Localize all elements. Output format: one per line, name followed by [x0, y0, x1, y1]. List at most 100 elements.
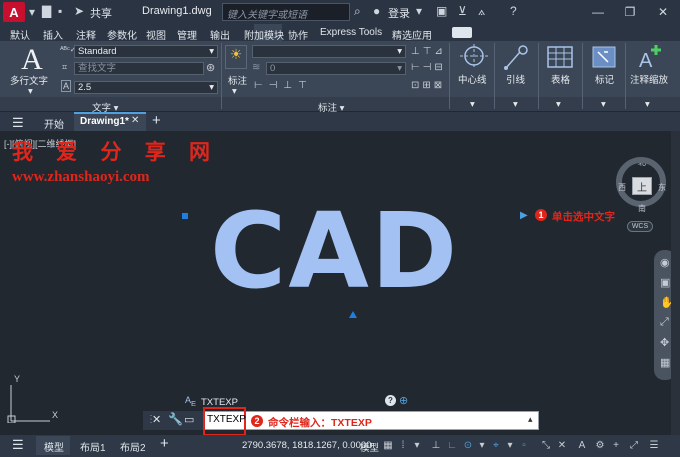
close-tab-icon[interactable]: ✕ — [131, 115, 139, 126]
customize-wrench-icon[interactable]: 🔧 — [168, 412, 183, 426]
find-search-icon[interactable]: ⊛ — [206, 61, 215, 74]
wcs-menu[interactable]: WCS — [627, 221, 653, 232]
connect-icon[interactable]: ⟑ — [478, 4, 485, 19]
search-icon[interactable]: ⌕ — [354, 4, 361, 19]
multiline-text-dropdown-icon[interactable]: ▾ — [28, 86, 33, 97]
layout2-tab[interactable]: 布局2 — [120, 439, 146, 454]
maximize-icon[interactable]: ❐ — [620, 2, 640, 22]
markup-button[interactable] — [590, 44, 618, 70]
leader-button[interactable] — [502, 44, 532, 72]
annotation-scale-status-icon[interactable]: ✕ — [556, 438, 568, 452]
start-tab[interactable]: 开始 — [44, 116, 64, 131]
viewcube-south[interactable]: 南 — [638, 203, 646, 214]
hamburger-menu-icon[interactable]: ☰ — [12, 115, 24, 131]
dimension-button[interactable]: ☀ — [225, 45, 247, 69]
tab-default[interactable]: 默认 — [10, 27, 30, 42]
share-icon[interactable]: ➤ — [74, 4, 84, 18]
dim-tools-icons[interactable]: ⊢⊣⊥⊤ — [254, 80, 313, 91]
autodesk-online-icon[interactable]: ⊕ — [399, 394, 408, 407]
grid-icon[interactable]: ▦ — [382, 438, 394, 452]
isodraft-icon[interactable]: ⌖ — [490, 438, 502, 452]
tab-annotate[interactable]: 注释 — [76, 27, 96, 42]
annotation-icon[interactable]: A — [576, 438, 588, 452]
dim-layer-select[interactable]: 0 ▾ — [266, 62, 406, 75]
command-scroll-icon[interactable]: ▴ — [528, 414, 533, 425]
ortho-icon[interactable]: ∟ — [446, 438, 458, 452]
polar-dropdown-icon[interactable]: ▾ — [476, 438, 488, 452]
steering-wheel-icon[interactable]: ◉ — [660, 256, 670, 269]
dim-edit-icons-row3[interactable]: ⊡⊞⊠ — [411, 80, 445, 91]
close-icon[interactable]: ✕ — [653, 2, 673, 22]
table-button[interactable] — [546, 45, 574, 69]
command-input[interactable]: TXTEXP — [207, 414, 246, 425]
viewcube-west[interactable]: 西 — [618, 182, 626, 193]
tab-insert[interactable]: 插入 — [43, 27, 63, 42]
help-icon[interactable]: ? — [385, 395, 396, 406]
tab-overflow-icon[interactable] — [452, 27, 472, 38]
polar-icon[interactable]: ⊙ — [462, 438, 474, 452]
find-text-input[interactable]: 查找文字 — [74, 62, 204, 75]
new-tab-icon[interactable]: + — [152, 112, 161, 129]
layout1-tab[interactable]: 布局1 — [80, 439, 106, 454]
settings-icon[interactable]: ⚙ — [594, 438, 606, 452]
tab-output[interactable]: 输出 — [210, 27, 230, 42]
annotation-scale-button[interactable]: A — [636, 43, 664, 72]
recent-commands-icon[interactable]: ▭ — [184, 413, 194, 426]
text-height-select[interactable]: 2.5 ▾ — [74, 81, 218, 94]
add-layout-icon[interactable]: + — [160, 435, 169, 452]
open-file-icon[interactable]: ▇ — [42, 4, 51, 18]
minimize-icon[interactable]: — — [588, 2, 608, 22]
dimension-dropdown-icon[interactable]: ▾ — [232, 86, 237, 97]
signin-button[interactable]: 登录 — [388, 5, 410, 21]
cart-icon[interactable]: ▣ — [436, 4, 447, 18]
table-dropdown-icon[interactable]: ▾ — [556, 99, 561, 110]
full-nav-wheel-icon[interactable]: ▣ — [660, 276, 670, 289]
plus-icon[interactable]: + — [610, 438, 622, 452]
orbit-icon[interactable]: ✥ — [660, 336, 669, 349]
save-icon[interactable]: ▪ — [58, 4, 62, 18]
customize-status-icon[interactable]: ☰ — [648, 438, 660, 452]
text-grip-center[interactable] — [349, 311, 357, 318]
tab-addins[interactable]: 附加模块 — [244, 27, 284, 42]
snap-dropdown-icon[interactable]: ▾ — [411, 438, 423, 452]
annotation-visibility-icon[interactable]: ⤡ — [540, 438, 552, 452]
text-style-select[interactable]: Standard ▾ — [74, 45, 218, 58]
annotation-scale-dropdown-icon[interactable]: ▾ — [645, 99, 650, 110]
cad-text-object[interactable]: CAD — [210, 199, 459, 303]
tab-manage[interactable]: 管理 — [177, 27, 197, 42]
dim-edit-icons-row1[interactable]: ⊥⊤⊿ — [411, 46, 446, 57]
snap-icon[interactable]: ⁞ — [397, 438, 409, 452]
tab-collaborate[interactable]: 协作 — [288, 27, 308, 42]
dim-edit-icons-row2[interactable]: ⊢⊣⊟ — [411, 62, 446, 73]
dim-style-select[interactable]: ▾ — [252, 45, 406, 58]
zoom-extents-icon[interactable]: ⤢ — [660, 316, 669, 329]
search-input[interactable]: 键入关键字或短语 — [222, 3, 350, 21]
vertical-scrollbar[interactable] — [671, 131, 680, 435]
isodraft-dropdown-icon[interactable]: ▾ — [504, 438, 516, 452]
infer-constraints-icon[interactable]: ⊥ — [430, 438, 442, 452]
app-logo[interactable]: A — [3, 2, 25, 22]
layout-menu-icon[interactable]: ☰ — [12, 437, 24, 453]
showmotion-icon[interactable]: ▦ — [660, 356, 670, 369]
help-icon[interactable]: ? — [510, 4, 517, 18]
centerline-dropdown-icon[interactable]: ▾ — [470, 99, 475, 110]
dropdown-icon[interactable]: ▾ — [416, 4, 422, 18]
markup-dropdown-icon[interactable]: ▾ — [601, 99, 606, 110]
collaborate-icon[interactable]: ⊻ — [458, 4, 467, 18]
tab-express-tools[interactable]: Express Tools — [320, 27, 382, 38]
close-command-icon[interactable]: ✕ — [152, 413, 161, 426]
share-button[interactable]: 共享 — [90, 5, 112, 21]
text-grip-insertion[interactable] — [182, 213, 188, 219]
leader-dropdown-icon[interactable]: ▾ — [513, 99, 518, 110]
centerline-button[interactable] — [458, 44, 490, 72]
tab-parametric[interactable]: 参数化 — [107, 27, 137, 42]
tab-featured-apps[interactable]: 精选应用 — [392, 27, 432, 42]
model-space-button[interactable]: 模型 — [360, 440, 379, 454]
osnap-icon[interactable]: ▫ — [518, 438, 530, 452]
viewcube-east[interactable]: 东 — [658, 182, 666, 193]
model-tab[interactable]: 模型 — [44, 439, 64, 454]
menu-arrow-icon[interactable]: ▾ — [29, 5, 35, 19]
viewcube-top-face[interactable]: 上 — [632, 177, 652, 195]
fullscreen-icon[interactable]: ⤢ — [628, 438, 640, 452]
tab-view[interactable]: 视图 — [146, 27, 166, 42]
